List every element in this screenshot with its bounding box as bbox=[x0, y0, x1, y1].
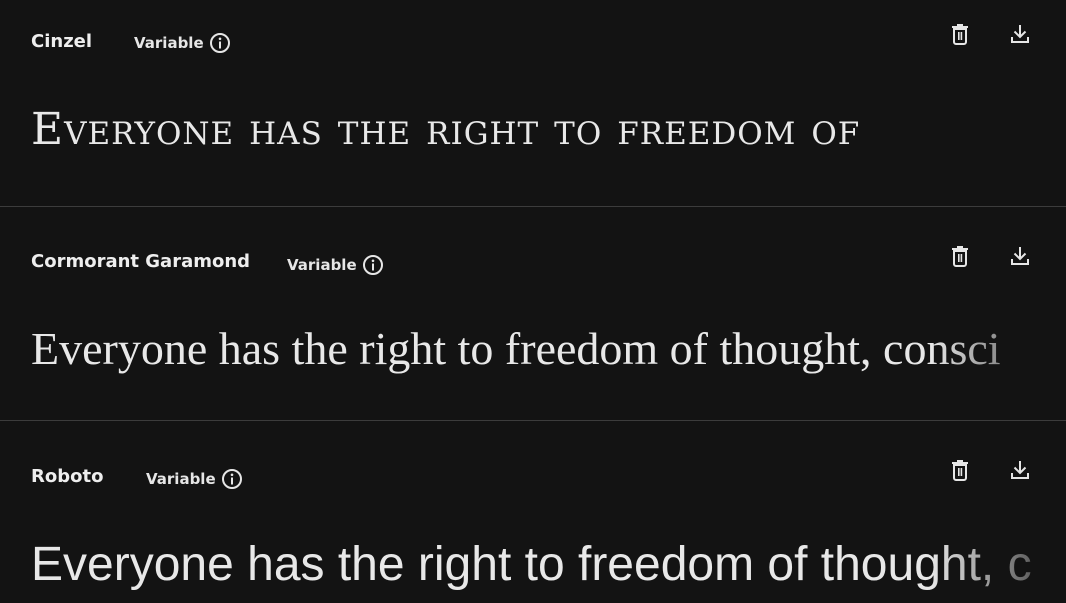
font-row-cinzel: Cinzel Variable Everyone has the right t… bbox=[0, 0, 1066, 207]
variable-label: Variable bbox=[146, 470, 216, 488]
info-icon[interactable] bbox=[362, 254, 384, 276]
font-sample-text[interactable]: Everyone has the right to freedom of tho… bbox=[31, 536, 1066, 594]
remove-font-button[interactable] bbox=[946, 244, 974, 272]
variable-tag: Variable bbox=[146, 468, 243, 490]
variable-label: Variable bbox=[287, 256, 357, 274]
variable-label: Variable bbox=[134, 34, 204, 52]
download-font-button[interactable] bbox=[1006, 458, 1034, 486]
trash-icon bbox=[950, 23, 970, 50]
trash-icon bbox=[950, 459, 970, 486]
font-sample-text[interactable]: Everyone has the right to freedom of tho… bbox=[31, 322, 1066, 376]
variable-tag: Variable bbox=[287, 254, 384, 276]
font-sample-text[interactable]: Everyone has the right to freedom of bbox=[31, 104, 1066, 156]
font-name: Cormorant Garamond bbox=[31, 251, 251, 272]
font-name: Roboto bbox=[31, 466, 104, 487]
font-row-cormorant-garamond: Cormorant Garamond Variable Everyone has… bbox=[0, 207, 1066, 421]
remove-font-button[interactable] bbox=[946, 22, 974, 50]
variable-tag: Variable bbox=[134, 32, 231, 54]
selected-font-list: Cinzel Variable Everyone has the right t… bbox=[0, 0, 1066, 603]
download-icon bbox=[1010, 245, 1030, 272]
info-icon[interactable] bbox=[221, 468, 243, 490]
download-icon bbox=[1010, 23, 1030, 50]
trash-icon bbox=[950, 245, 970, 272]
download-font-button[interactable] bbox=[1006, 22, 1034, 50]
download-icon bbox=[1010, 459, 1030, 486]
font-row-roboto: Roboto Variable Everyone has the right t… bbox=[0, 421, 1066, 603]
info-icon[interactable] bbox=[209, 32, 231, 54]
font-name: Cinzel bbox=[31, 31, 93, 52]
download-font-button[interactable] bbox=[1006, 244, 1034, 272]
remove-font-button[interactable] bbox=[946, 458, 974, 486]
